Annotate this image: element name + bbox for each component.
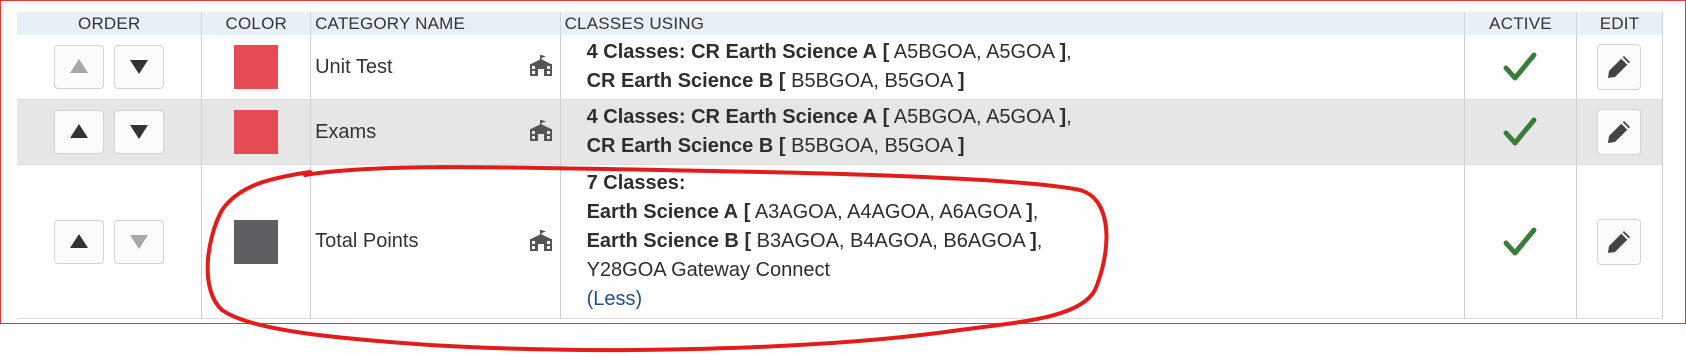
active-cell (1464, 164, 1577, 319)
table-row: Exams 4 Classes: CR Earth Science A [A5… (17, 99, 1664, 165)
color-cell (201, 35, 312, 100)
section-list: B5BGOA, B5GOA (791, 135, 953, 157)
course-name: CR Earth Science B (586, 135, 774, 157)
category-name-cell: Total Points (310, 164, 561, 319)
category-name: Exams (315, 120, 377, 143)
move-up-button[interactable] (54, 45, 105, 89)
course-name: Earth Science A (586, 201, 739, 223)
less-link[interactable]: (Less) (587, 288, 643, 310)
classes-using-cell: 7 Classes: Earth Science A [ A3AGOA, A4A… (560, 164, 1466, 319)
section-list: A3AGOA, A4AGOA, A6AGOA (754, 201, 1021, 223)
arrow-down-icon (130, 125, 149, 139)
header-color: COLOR (201, 12, 312, 35)
bracket-close: ] (957, 70, 965, 92)
bracket-close: ] (1030, 230, 1037, 252)
edit-cell (1576, 35, 1664, 100)
header-edit: EDIT (1576, 12, 1664, 35)
header-row: ORDER COLOR CATEGORY NAME CLASSES USING … (17, 12, 1664, 35)
check-icon (1503, 227, 1537, 255)
arrow-down-icon (130, 234, 149, 249)
classes-line: CR Earth Science B [ B5BGOA, B5GOA ] (587, 67, 1464, 96)
category-name-cell: Exams (310, 99, 561, 165)
class-count: 4 Classes: (586, 41, 686, 63)
header-active: ACTIVE (1464, 12, 1577, 35)
grade-categories-table: ORDER COLOR CATEGORY NAME CLASSES USING … (17, 12, 1664, 319)
move-down-button[interactable] (114, 219, 165, 264)
arrow-up-icon (70, 124, 89, 138)
category-name-cell: Unit Test (310, 35, 561, 100)
course-name: CR Earth Science A (691, 106, 878, 128)
table-row: Unit Test 4 Classes: CR Earth Science A (17, 35, 1664, 100)
section-list: B5BGOA, B5GOA (791, 70, 953, 92)
header-classes-using: CLASSES USING (560, 12, 1466, 35)
category-name: Total Points (315, 230, 419, 252)
bracket-open: [ (778, 70, 786, 92)
pencil-icon (1608, 230, 1631, 253)
classes-line: 4 Classes: CR Earth Science A [ A5BGOA, … (587, 38, 1464, 67)
separator: , (1066, 106, 1072, 128)
course-name: CR Earth Science A (691, 41, 878, 63)
school-icon (529, 120, 552, 141)
header-category-name: CATEGORY NAME (310, 12, 561, 35)
section-list: B3AGOA, B4AGOA, B6AGOA (756, 230, 1025, 252)
classes-line: Earth Science A [ A3AGOA, A4AGOA, A6AGOA… (587, 198, 1464, 227)
check-icon (1503, 52, 1537, 81)
move-up-button[interactable] (54, 219, 105, 264)
move-up-button[interactable] (54, 110, 105, 154)
classes-using-cell: 4 Classes: CR Earth Science A [ A5BGOA, … (560, 35, 1466, 100)
color-swatch[interactable] (234, 45, 279, 89)
bracket-open: [ (778, 135, 786, 157)
active-cell (1464, 35, 1577, 100)
order-cell (17, 164, 203, 319)
bracket-open: [ (882, 41, 890, 63)
separator: , (1066, 41, 1072, 63)
bracket-open: [ (743, 201, 751, 223)
classes-line: 4 Classes: CR Earth Science A [ A5BGOA, … (587, 103, 1464, 132)
arrow-up-icon (70, 233, 89, 248)
table-row: Total Points 7 Classes: Earth Science A … (17, 164, 1664, 319)
color-cell (201, 99, 312, 165)
separator: , (1032, 201, 1039, 223)
bracket-open: [ (882, 106, 890, 128)
header-order: ORDER (17, 12, 203, 35)
course-name: Earth Science B (586, 230, 739, 252)
edit-cell (1576, 99, 1664, 165)
classes-extra: Y28GOA Gateway Connect (586, 259, 831, 281)
arrow-down-icon (130, 60, 149, 74)
arrow-up-icon (70, 59, 89, 73)
active-cell (1464, 99, 1577, 165)
pencil-icon (1608, 56, 1631, 78)
separator: , (1036, 230, 1043, 252)
class-count: 7 Classes: (586, 172, 686, 194)
classes-using-cell: 4 Classes: CR Earth Science A [ A5BGOA, … (560, 99, 1466, 165)
bracket-open: [ (744, 230, 752, 252)
pencil-icon (1608, 121, 1631, 143)
edit-cell (1576, 164, 1664, 319)
color-swatch[interactable] (234, 219, 279, 264)
classes-line: 7 Classes: (587, 169, 1464, 198)
category-name: Unit Test (315, 55, 393, 78)
section-list: A5BGOA, A5GOA (893, 41, 1054, 63)
order-cell (17, 35, 203, 100)
order-cell (17, 99, 203, 165)
edit-button[interactable] (1597, 44, 1642, 90)
school-icon (529, 229, 552, 251)
course-name: CR Earth Science B (586, 70, 774, 92)
check-icon (1503, 117, 1537, 146)
move-down-button[interactable] (114, 45, 165, 89)
edit-button[interactable] (1597, 109, 1642, 155)
color-swatch[interactable] (234, 110, 279, 154)
bracket-close: ] (957, 135, 965, 157)
edit-button[interactable] (1597, 218, 1642, 265)
school-icon (529, 55, 552, 76)
class-count: 4 Classes: (586, 106, 686, 128)
classes-line: CR Earth Science B [ B5BGOA, B5GOA ] (587, 132, 1464, 161)
bracket-close: ] (1026, 201, 1033, 223)
section-list: A5BGOA, A5GOA (893, 106, 1054, 128)
color-cell (201, 164, 312, 319)
move-down-button[interactable] (114, 110, 165, 154)
classes-line: Earth Science B [ B3AGOA, B4AGOA, B6AGOA… (587, 227, 1464, 256)
